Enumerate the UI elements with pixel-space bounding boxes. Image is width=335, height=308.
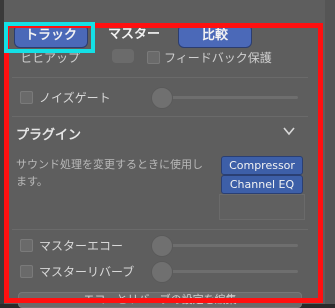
highlight-red-box [4, 23, 323, 303]
highlight-cyan-box [4, 22, 95, 53]
scrollbar[interactable] [325, 0, 335, 304]
